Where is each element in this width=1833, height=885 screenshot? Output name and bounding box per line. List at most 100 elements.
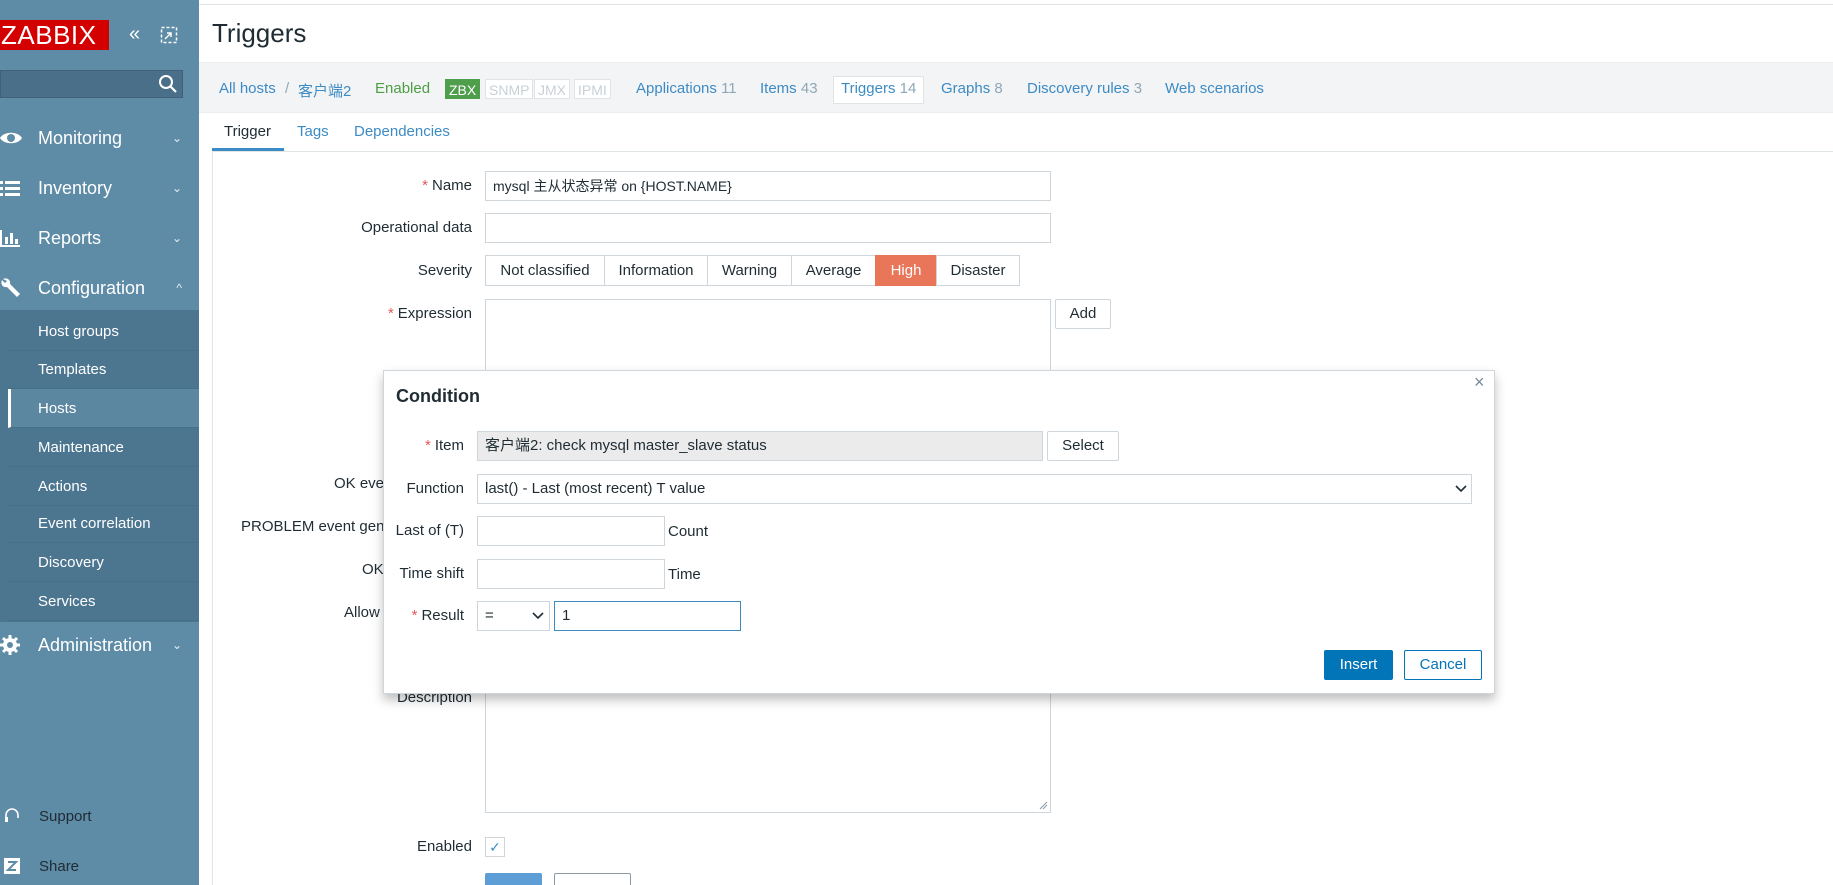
dialog-title: Condition xyxy=(396,386,480,406)
chevron-up-icon: ^ xyxy=(176,281,182,295)
nav-inventory[interactable]: Inventory ⌄ xyxy=(0,166,199,210)
nav-configuration[interactable]: Configuration ^ xyxy=(0,266,199,310)
submenu-actions[interactable]: Actions xyxy=(8,467,199,506)
time-shift-unit: Time xyxy=(668,566,701,583)
insert-button[interactable]: Insert xyxy=(1324,650,1393,680)
sidebar-search-input[interactable] xyxy=(0,70,183,98)
submenu-maintenance[interactable]: Maintenance xyxy=(8,428,199,467)
list-icon xyxy=(0,177,22,199)
severity-label: Severity xyxy=(417,262,472,279)
gear-icon xyxy=(0,634,22,656)
enabled-label: Enabled xyxy=(416,838,472,855)
severity-disaster[interactable]: Disaster xyxy=(936,255,1020,286)
submenu-host-groups[interactable]: Host groups xyxy=(8,312,199,351)
tab-trigger[interactable]: Trigger xyxy=(224,123,271,140)
graphs-link[interactable]: Graphs 8 xyxy=(941,80,1003,97)
discovery-rules-link[interactable]: Discovery rules 3 xyxy=(1027,80,1142,97)
availability-jmx: JMX xyxy=(534,79,570,99)
availability-snmp: SNMP xyxy=(485,79,534,99)
top-border xyxy=(199,0,1833,5)
problem-event-generation-label: PROBLEM event gen xyxy=(241,518,385,535)
collapse-sidebar-icon[interactable]: « xyxy=(129,24,140,44)
submenu-event-correlation[interactable]: Event correlation xyxy=(8,504,199,543)
availability-zbx: ZBX xyxy=(445,79,481,99)
active-tab-indicator xyxy=(212,148,284,151)
nav-reports-label: Reports xyxy=(38,227,102,248)
allow-manual-close-label: Allow xyxy=(344,604,380,621)
ok-event-generation-label: OK eve xyxy=(334,475,385,492)
submenu-discovery[interactable]: Discovery xyxy=(8,543,199,582)
kiosk-mode-icon[interactable] xyxy=(160,26,178,50)
time-shift-input[interactable] xyxy=(477,559,665,589)
item-label: * Item xyxy=(424,437,464,454)
cancel-button[interactable]: Cancel xyxy=(1404,650,1482,680)
name-input[interactable]: mysql 主从状态异常 on {HOST.NAME} xyxy=(485,171,1051,201)
page-title: Triggers xyxy=(212,18,307,48)
cancel-trigger-button[interactable] xyxy=(554,873,631,885)
nav-administration[interactable]: Administration ⌄ xyxy=(0,623,199,667)
time-shift-label: Time shift xyxy=(399,565,464,582)
nav-reports[interactable]: Reports ⌄ xyxy=(0,216,199,260)
applications-link[interactable]: Applications 11 xyxy=(636,80,737,97)
item-select-button[interactable]: Select xyxy=(1047,431,1119,461)
expression-textarea[interactable] xyxy=(485,299,1051,379)
nav-administration-label: Administration xyxy=(38,634,153,655)
chevron-down-icon xyxy=(531,609,545,623)
function-label: Function xyxy=(406,480,464,497)
nav-configuration-label: Configuration xyxy=(38,277,146,298)
severity-high[interactable]: High xyxy=(875,255,937,286)
operational-data-label: Operational data xyxy=(361,219,472,236)
wrench-icon xyxy=(0,277,22,299)
chevron-down-icon: ⌄ xyxy=(171,131,182,145)
result-value-input[interactable]: 1 xyxy=(554,601,741,631)
submenu-templates[interactable]: Templates xyxy=(8,350,199,389)
name-label: * Name xyxy=(422,177,472,194)
eye-icon xyxy=(0,127,22,149)
chevron-down-icon: ⌄ xyxy=(171,231,182,245)
share-label: Share xyxy=(39,857,80,875)
severity-not-classified[interactable]: Not classified xyxy=(485,255,605,286)
host-name-link[interactable]: 客户端2 xyxy=(298,80,351,101)
last-of-unit: Count xyxy=(668,523,709,540)
nav-inventory-label: Inventory xyxy=(38,177,113,198)
breadcrumb-separator: / xyxy=(285,80,290,97)
severity-information[interactable]: Information xyxy=(604,255,708,286)
enabled-checkbox[interactable]: ✓ xyxy=(485,837,505,857)
close-icon[interactable]: × xyxy=(1474,372,1485,393)
availability-ipmi: IPMI xyxy=(574,79,611,99)
support-label: Support xyxy=(39,807,92,825)
search-icon[interactable] xyxy=(157,73,179,95)
submenu-services[interactable]: Services xyxy=(8,582,199,621)
description-textarea[interactable] xyxy=(485,690,1051,813)
all-hosts-link[interactable]: All hosts xyxy=(219,80,276,97)
headset-icon xyxy=(4,808,20,824)
chevron-down-icon xyxy=(1454,482,1468,496)
operational-data-input[interactable] xyxy=(485,213,1051,243)
add-trigger-button[interactable] xyxy=(485,873,542,885)
expression-label: * Expression xyxy=(387,305,472,322)
expression-add-button[interactable]: Add xyxy=(1055,299,1111,329)
tab-tags[interactable]: Tags xyxy=(297,123,329,140)
nav-monitoring[interactable]: Monitoring ⌄ xyxy=(0,116,199,160)
submenu-hosts[interactable]: Hosts xyxy=(8,389,199,428)
item-input[interactable]: 客户端2: check mysql master_slave status xyxy=(477,431,1043,461)
items-link[interactable]: Items 43 xyxy=(760,80,818,97)
chevron-down-icon: ⌄ xyxy=(171,638,182,652)
severity-warning[interactable]: Warning xyxy=(707,255,792,286)
function-select[interactable]: last() - Last (most recent) T value xyxy=(477,474,1472,504)
last-of-label: Last of (T) xyxy=(395,522,464,539)
severity-average[interactable]: Average xyxy=(791,255,876,286)
triggers-link[interactable]: Triggers 14 xyxy=(841,80,916,97)
sidebar: ZABBIX « Monitoring ⌄ Inventory ⌄ Report… xyxy=(0,0,199,885)
tab-dependencies[interactable]: Dependencies xyxy=(354,123,450,140)
form-tabs xyxy=(212,114,1833,152)
web-scenarios-link[interactable]: Web scenarios xyxy=(1165,80,1264,97)
chevron-down-icon: ⌄ xyxy=(171,181,182,195)
last-of-input[interactable] xyxy=(477,516,665,546)
share-z-icon xyxy=(4,858,20,874)
ok-closes-label: OK xyxy=(362,561,384,578)
zabbix-logo[interactable]: ZABBIX xyxy=(0,20,109,50)
result-label: * Result xyxy=(411,607,464,624)
host-status[interactable]: Enabled xyxy=(375,80,430,97)
bar-chart-icon xyxy=(0,227,22,249)
